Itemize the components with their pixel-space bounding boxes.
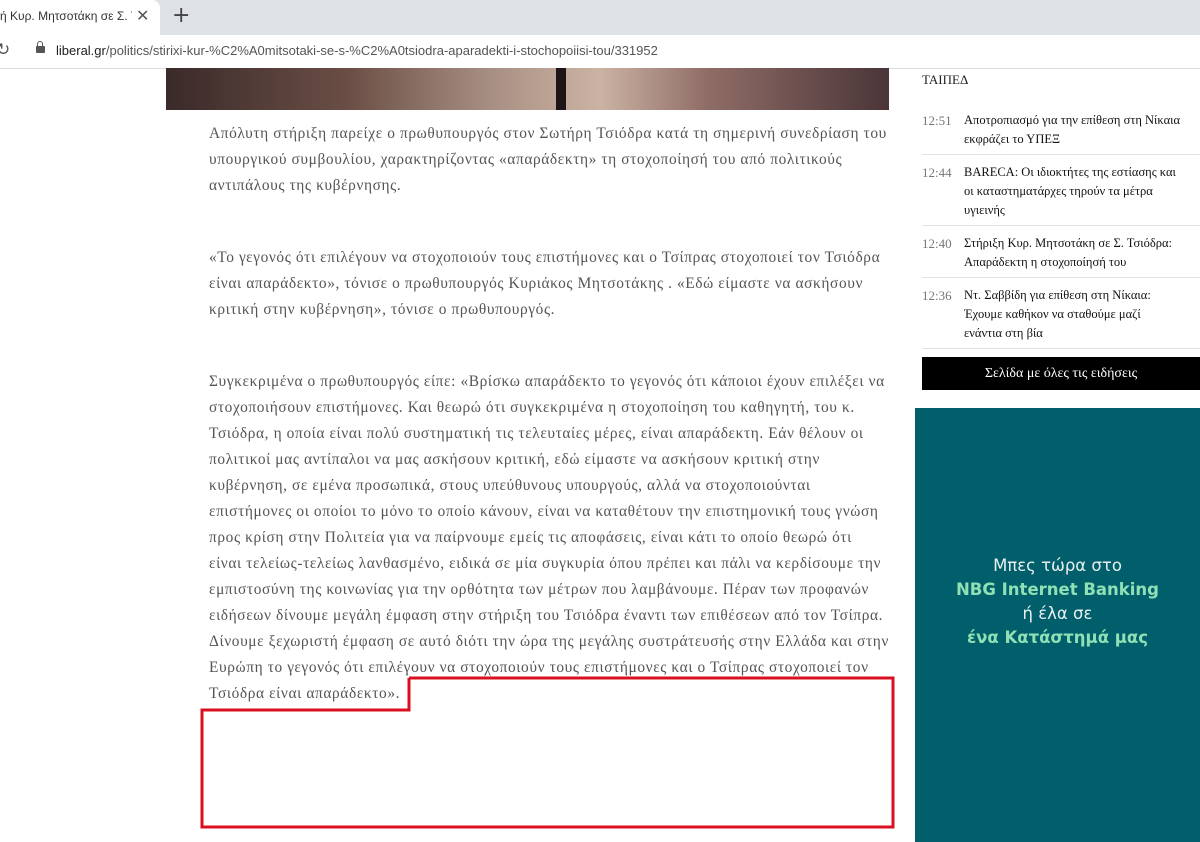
news-title-line: ενάντια στη βία (964, 326, 1043, 340)
reload-icon[interactable]: ↻ (0, 40, 10, 60)
news-title-line: οι καταστηματάρχες τηρούν τα μέτρα (964, 184, 1153, 198)
news-title-line: Στήριξη Κυρ. Μητσοτάκη σε Σ. Τσιόδρα: (964, 236, 1173, 250)
ad-line-highlight: NBG Internet Banking (956, 580, 1159, 599)
news-time: 12:51 (922, 113, 952, 128)
news-item[interactable]: 12:51 Αποτροπιασμό για την επίθεση στη Ν… (922, 103, 1200, 155)
close-tab-icon[interactable]: ✕ (136, 6, 149, 25)
news-title-line: Αποτροπιασμό για την επίθεση στη Νίκαια (964, 113, 1181, 127)
nbg-ad-banner[interactable]: Μπες τώρα στο NBG Internet Banking ή έλα… (915, 408, 1200, 842)
news-item[interactable]: 12:44 BARECA: Οι ιδιοκτήτες της εστίασης… (922, 155, 1200, 226)
ad-line-highlight: ένα Κατάστημά μας (966, 628, 1149, 647)
news-time: 12:44 (922, 165, 952, 180)
browser-tab[interactable]: ή Κυρ. Μητσοτάκη σε Σ. Τσιόδρα ✕ (0, 0, 160, 35)
news-time: 12:40 (922, 236, 952, 251)
lock-icon[interactable] (36, 41, 45, 53)
news-title-line: BARECA: Οι ιδιοκτήτες της εστίασης και (964, 165, 1176, 179)
news-time: 12:36 (922, 288, 952, 303)
latest-news-list: 12:51 Αποτροπιασμό για την επίθεση στη Ν… (922, 103, 1200, 349)
news-item[interactable]: 12:36 Ντ. Σαββίδη για επίθεση στη Νίκαια… (922, 278, 1200, 349)
address-bar: ↻ liberal.gr/politics/stirixi-kur-%C2%A0… (0, 35, 1200, 69)
browser-tab-bar: ή Κυρ. Μητσοτάκη σε Σ. Τσιόδρα ✕ + (0, 0, 1200, 35)
article-hero-image (166, 68, 889, 110)
news-title-line: Έχουμε καθήκον να σταθούμε μαζί (964, 307, 1141, 321)
article-paragraph: Απόλυτη στήριξη παρείχε ο πρωθυπουργός σ… (209, 125, 887, 194)
url-field[interactable]: liberal.gr/politics/stirixi-kur-%C2%A0mi… (56, 43, 658, 58)
new-tab-icon[interactable]: + (172, 3, 190, 28)
news-title-line: Απαράδεκτη η στοχοποίησή του (964, 255, 1127, 269)
news-title-line: εκφράζει το ΥΠΕΞ (964, 132, 1061, 146)
article-paragraph-quote: Συγκεκριμένα ο πρωθυπουργός είπε: «Βρίσκ… (209, 373, 889, 702)
tab-title: ή Κυρ. Μητσοτάκη σε Σ. Τσιόδρα (0, 9, 132, 23)
article-paragraph: «Το γεγονός ότι επιλέγουν να στοχοποιούν… (209, 249, 881, 318)
article-body: Απόλυτη στήριξη παρείχε ο πρωθυπουργός σ… (209, 121, 889, 707)
news-title-line: Ντ. Σαββίδη για επίθεση στη Νίκαια: (964, 288, 1151, 302)
news-item[interactable]: 12:40 Στήριξη Κυρ. Μητσοτάκη σε Σ. Τσιόδ… (922, 226, 1200, 278)
all-news-button[interactable]: Σελίδα με όλες τις ειδήσεις (922, 357, 1200, 390)
ad-line: ή έλα σε (1022, 604, 1093, 623)
sidebar-news-fragment[interactable]: ΤΑΙΠΕΔ (922, 72, 968, 88)
url-host: liberal.gr (56, 43, 106, 58)
news-title-line: υγιεινής (964, 203, 1005, 217)
url-path: /politics/stirixi-kur-%C2%A0mitsotaki-se… (105, 43, 658, 58)
ad-line: Μπες τώρα στο (993, 556, 1122, 575)
